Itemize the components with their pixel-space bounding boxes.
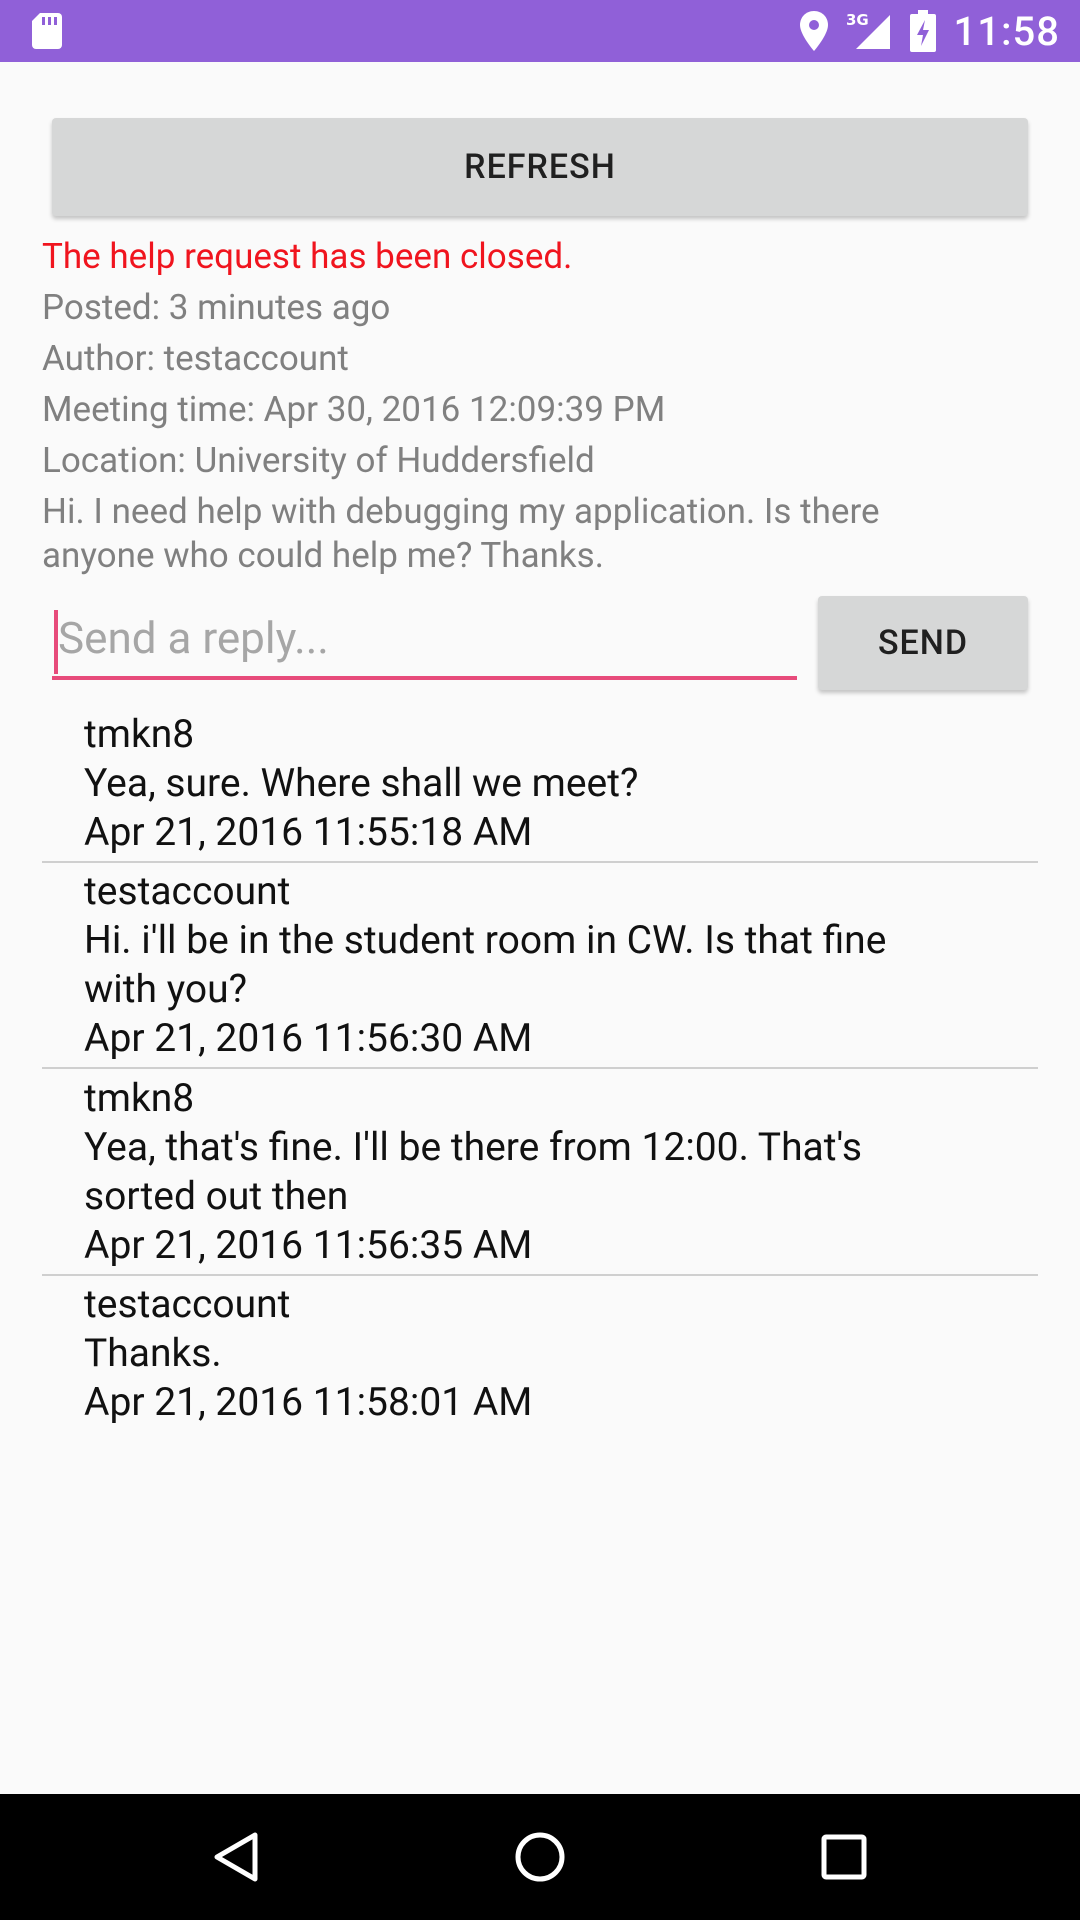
- reply-input[interactable]: Send a reply...: [52, 602, 797, 680]
- message-text: with you?: [84, 966, 248, 1012]
- message-time: Apr 21, 2016 11:56:30 AM: [84, 1015, 533, 1061]
- recents-icon: [821, 1834, 867, 1880]
- location-text: Location: University of Huddersfield: [42, 440, 595, 481]
- description-text: Hi. I need help with debugging my applic…: [42, 490, 1042, 578]
- description-line: Hi. I need help with debugging my applic…: [42, 491, 880, 532]
- message-time: Apr 21, 2016 11:58:01 AM: [84, 1379, 533, 1425]
- divider: [42, 1067, 1038, 1069]
- description-line: anyone who could help me? Thanks.: [42, 535, 604, 576]
- request-status: The help request has been closed.: [42, 236, 573, 277]
- refresh-button[interactable]: REFRESH: [52, 118, 1028, 216]
- recents-button[interactable]: [784, 1794, 904, 1920]
- send-button[interactable]: SEND: [818, 596, 1028, 690]
- battery-charging-icon: [909, 10, 936, 52]
- message-text: Hi. i'll be in the student room in CW. I…: [84, 917, 887, 963]
- message-item: tmkn8 Yea, that's fine. I'll be there fr…: [42, 1074, 1038, 1270]
- message-time: Apr 21, 2016 11:55:18 AM: [84, 809, 533, 855]
- navigation-bar: [0, 1794, 1080, 1920]
- status-time: 11:58: [953, 7, 1060, 55]
- message-author: tmkn8: [84, 1075, 195, 1121]
- message-time: Apr 21, 2016 11:56:35 AM: [84, 1222, 533, 1268]
- home-button[interactable]: [480, 1794, 600, 1920]
- message-item: testaccount Hi. i'll be in the student r…: [42, 867, 1038, 1063]
- message-text: Yea, that's fine. I'll be there from 12:…: [84, 1124, 862, 1170]
- status-bar: 3G 11:58: [0, 0, 1080, 62]
- back-button[interactable]: [176, 1794, 296, 1920]
- posted-text: Posted: 3 minutes ago: [42, 287, 391, 328]
- message-item: testaccount Thanks. Apr 21, 2016 11:58:0…: [42, 1280, 1038, 1427]
- reply-placeholder: Send a reply...: [58, 612, 329, 664]
- meeting-time-text: Meeting time: Apr 30, 2016 12:09:39 PM: [42, 389, 666, 430]
- message-author: testaccount: [84, 1281, 291, 1327]
- home-icon: [515, 1832, 565, 1882]
- signal-icon: 3G: [846, 11, 890, 49]
- location-icon: [799, 11, 828, 51]
- divider: [42, 861, 1038, 863]
- message-text: Thanks.: [84, 1330, 222, 1376]
- author-text: Author: testaccount: [42, 338, 349, 379]
- svg-text:3G: 3G: [846, 11, 869, 29]
- back-icon: [214, 1832, 258, 1882]
- divider: [42, 1274, 1038, 1276]
- message-item: tmkn8 Yea, sure. Where shall we meet? Ap…: [42, 710, 1038, 857]
- message-author: testaccount: [84, 868, 291, 914]
- message-author: tmkn8: [84, 711, 195, 757]
- message-text: Yea, sure. Where shall we meet?: [84, 760, 639, 806]
- sd-card-icon: [32, 13, 62, 49]
- message-text: sorted out then: [84, 1173, 349, 1219]
